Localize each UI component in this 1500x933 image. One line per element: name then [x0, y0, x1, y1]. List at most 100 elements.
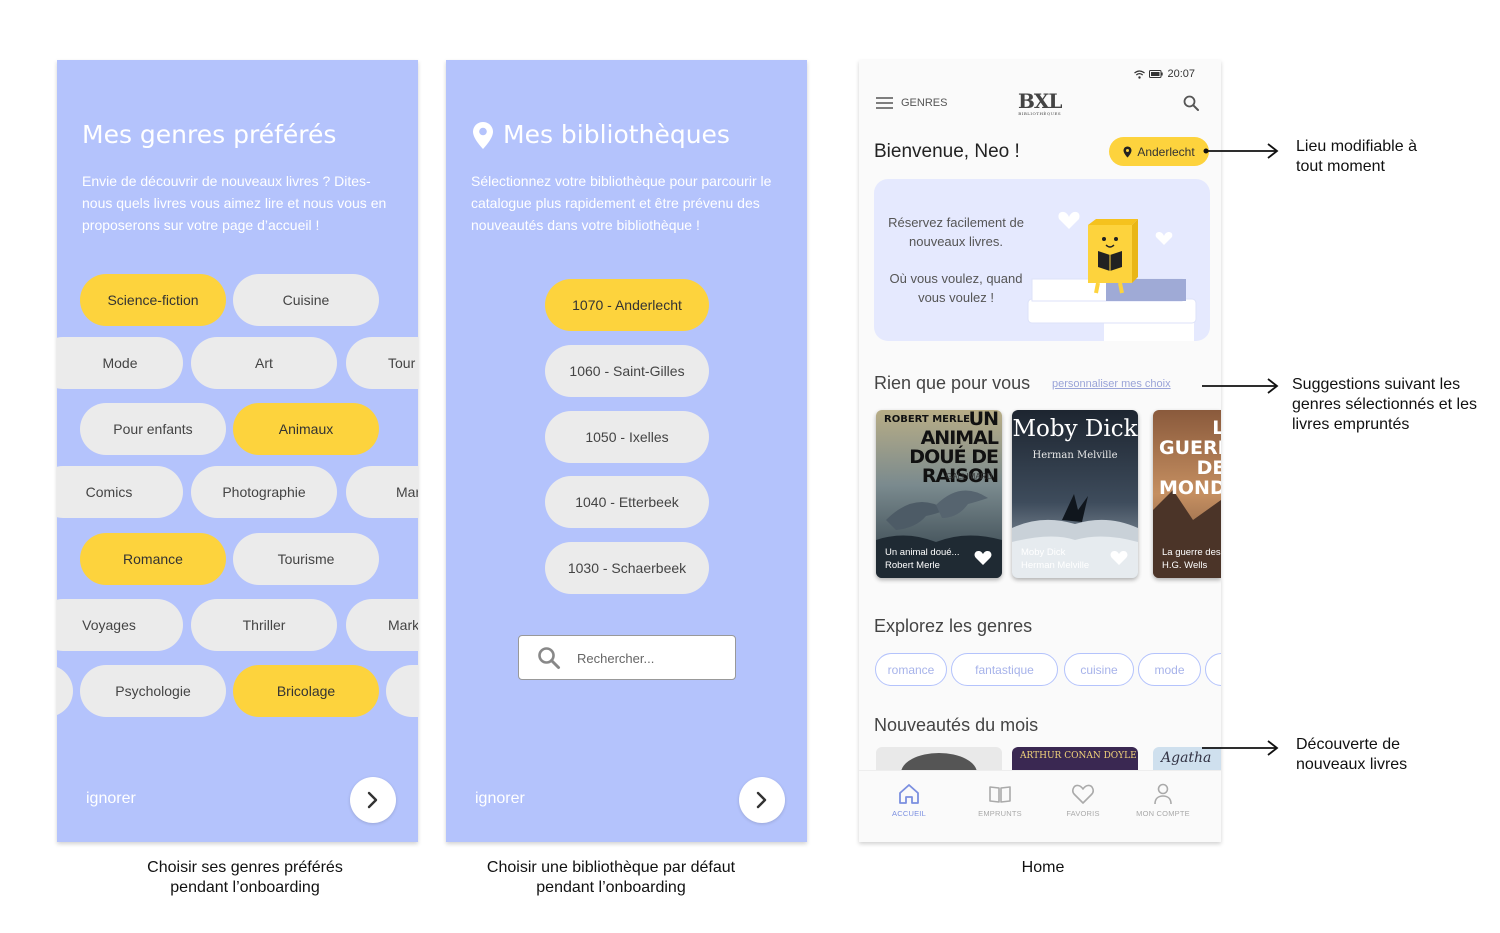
caption-home: Home	[1021, 859, 1065, 876]
genre-chip-mode[interactable]: mode	[1138, 653, 1201, 686]
genre-pill-cut-left[interactable]	[57, 665, 73, 717]
genre-pill-mark[interactable]: Mark	[346, 599, 418, 651]
genre-pill-tour[interactable]: Tour	[346, 337, 418, 389]
onboarding-genres-screen: Mes genres préférés Envie de découvrir d…	[57, 60, 418, 842]
genre-pill-science-fiction[interactable]: Science-fiction	[80, 274, 226, 326]
annotation-location: Lieu modifiable à tout moment	[1296, 138, 1417, 175]
location-label: Anderlecht	[1137, 144, 1195, 159]
personalize-link[interactable]: personnaliser mes choix	[1052, 378, 1171, 390]
genre-pill-voyages[interactable]: Voyages	[57, 599, 183, 651]
genre-pill-mar[interactable]: Mar	[346, 466, 418, 518]
search-icon[interactable]	[1183, 95, 1199, 111]
chevron-right-icon	[756, 791, 767, 809]
menu-icon[interactable]	[876, 97, 893, 109]
genre-pill-cuisine[interactable]: Cuisine	[233, 274, 379, 326]
cover-title: Moby Dick	[1012, 416, 1138, 442]
user-icon	[1154, 783, 1172, 805]
home-screen: 20:07 GENRES BXL BIBLIOTHÈQUES Bienvenue…	[859, 60, 1221, 842]
genre-pill-psychologie[interactable]: Psychologie	[80, 665, 226, 717]
genre-chip-fantastique[interactable]: fantastique	[951, 653, 1058, 686]
nav-item-mon-compte[interactable]: MON COMPTE	[1123, 783, 1203, 818]
book-icon	[989, 786, 1011, 803]
genres-menu-label[interactable]: GENRES	[901, 97, 947, 109]
genre-pill-bricolage[interactable]: Bricolage	[233, 665, 379, 717]
genre-pill-mark-label: Mark	[388, 617, 418, 633]
book-author: Robert Merle	[885, 560, 940, 571]
library-pill-etterbeek[interactable]: 1040 - Etterbeek	[545, 476, 709, 528]
genre-pill-thriller[interactable]: Thriller	[191, 599, 337, 651]
logo-text: BXL	[1018, 89, 1062, 113]
ignore-link[interactable]: ignorer	[475, 790, 525, 808]
genre-pill-animaux[interactable]: Animaux	[233, 403, 379, 455]
section-title-genres: Explorez les genres	[874, 616, 1033, 636]
book-card[interactable]: ROBERT MERLE UN ANIMAL DOUÉ DE RAISON GA…	[876, 410, 1002, 578]
genre-pill-comics[interactable]: Comics	[57, 466, 183, 518]
library-pill-schaerbeek[interactable]: 1030 - Schaerbeek	[545, 542, 709, 594]
library-pill-anderlecht[interactable]: 1070 - Anderlecht	[545, 279, 709, 331]
nav-label: ACCUEIL	[892, 809, 926, 818]
genre-pill-romance[interactable]: Romance	[80, 533, 226, 585]
book-info: Moby Dick Herman Melville	[1021, 546, 1089, 572]
nav-label: EMPRUNTS	[978, 809, 1022, 818]
ignore-link[interactable]: ignorer	[86, 790, 136, 808]
book-card[interactable]: LA GUERRE DES MONDES La guerre des H.G. …	[1153, 410, 1221, 578]
genres-title: Mes genres préférés	[82, 120, 337, 149]
logo-subtext: BIBLIOTHÈQUES	[1018, 111, 1062, 116]
new-book-cover-text: ARTHUR CONAN DOYLE	[1020, 751, 1137, 761]
genre-pill-pour-enfants[interactable]: Pour enfants	[80, 403, 226, 455]
cover-publisher: GALLIMARD	[946, 472, 993, 481]
nav-item-emprunts[interactable]: EMPRUNTS	[960, 783, 1040, 818]
library-pill-saint-gilles[interactable]: 1060 - Saint-Gilles	[545, 345, 709, 397]
location-selector[interactable]: Anderlecht	[1109, 137, 1209, 166]
genres-description: Envie de découvrir de nouveaux livres ? …	[82, 173, 387, 233]
book-title: La guerre des	[1162, 547, 1221, 558]
annotation-discovery: Découverte de nouveaux livres	[1296, 736, 1408, 773]
genre-pill-photographie[interactable]: Photographie	[191, 466, 337, 518]
book-author: H.G. Wells	[1162, 560, 1208, 571]
new-book-card[interactable]	[876, 747, 1002, 770]
nav-item-accueil[interactable]: ACCUEIL	[869, 783, 949, 818]
chevron-right-icon	[367, 791, 378, 809]
book-author: Herman Melville	[1021, 560, 1090, 571]
genre-pill-mode[interactable]: Mode	[57, 337, 183, 389]
genre-chip-cut[interactable]	[1205, 653, 1221, 686]
arrow-icon	[1202, 378, 1279, 394]
genre-pill-tourisme[interactable]: Tourisme	[233, 533, 379, 585]
book-info: Un animal doué... Robert Merle	[885, 546, 959, 572]
genre-chip-romance[interactable]: romance	[875, 653, 947, 686]
cover-author: Herman Melville	[1032, 450, 1118, 461]
library-search-input[interactable]	[577, 647, 717, 669]
battery-icon	[1149, 70, 1164, 78]
heart-icon[interactable]	[974, 550, 992, 566]
status-time: 20:07	[1167, 68, 1195, 80]
nav-item-favoris[interactable]: FAVORIS	[1043, 783, 1123, 818]
genre-pill-cut-right[interactable]	[386, 665, 418, 717]
book-cover-new-1	[901, 753, 977, 770]
book-card[interactable]: Moby Dick Herman Melville Moby Dick Herm…	[1012, 410, 1138, 578]
location-pin-icon	[473, 122, 493, 149]
banner-text-1: Réservez facilement de nouveaux livres.	[888, 215, 1024, 249]
heart-icon[interactable]	[1110, 550, 1128, 566]
location-pin-icon	[1123, 146, 1132, 157]
next-button[interactable]	[739, 777, 785, 823]
next-button[interactable]	[350, 777, 396, 823]
new-book-card[interactable]: ARTHUR CONAN DOYLE	[1012, 747, 1138, 770]
arrow-icon	[1203, 143, 1279, 159]
genre-pill-voyages-label: Voyages	[82, 617, 136, 633]
nav-label: FAVORIS	[1066, 809, 1100, 818]
status-bar: 20:07	[1134, 68, 1195, 80]
onboarding-libraries-screen: Mes bibliothèques Sélectionnez votre bib…	[446, 60, 807, 842]
bottom-nav: ACCUEIL EMPRUNTS FAVORIS MON COMPTE	[859, 770, 1221, 842]
caption-libraries: Choisir une bibliothèque par défaut pend…	[486, 859, 736, 896]
annotation-suggestions: Suggestions suivant les genres sélection…	[1292, 376, 1477, 433]
home-icon	[899, 784, 919, 804]
genre-chip-cuisine[interactable]: cuisine	[1064, 653, 1134, 686]
genre-pill-art[interactable]: Art	[191, 337, 337, 389]
genre-pill-mar-label: Mar	[396, 484, 418, 500]
section-title-for-you: Rien que pour vous	[874, 373, 1031, 393]
bxl-logo: BXL BIBLIOTHÈQUES	[1018, 89, 1062, 116]
heart-icon	[1072, 784, 1094, 804]
genre-pill-comics-label: Comics	[85, 484, 133, 500]
book-title: Un animal doué...	[885, 547, 960, 558]
library-pill-ixelles[interactable]: 1050 - Ixelles	[545, 411, 709, 463]
